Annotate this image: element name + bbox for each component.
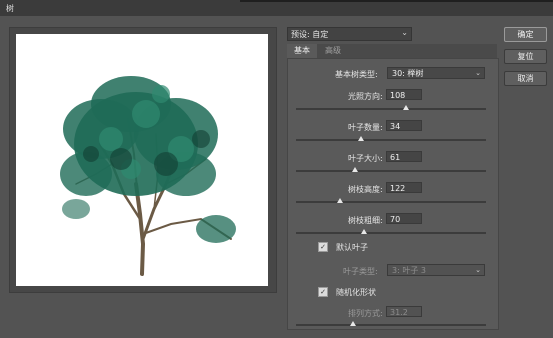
branch-height-input[interactable]: 122 [386, 182, 422, 193]
arrangement-input[interactable]: 31.2 [386, 306, 422, 317]
tab-bar: 基本 高级 [287, 44, 497, 58]
arrangement-label: 排列方式: [348, 309, 383, 318]
light-direction-slider[interactable] [296, 105, 486, 110]
tab-basic[interactable]: 基本 [287, 44, 317, 58]
leaves-amount-input[interactable]: 34 [386, 120, 422, 131]
branch-thickness-label: 树枝粗细: [348, 216, 383, 225]
leaves-size-slider-thumb[interactable] [351, 167, 358, 172]
branch-height-label: 树枝高度: [348, 185, 383, 194]
tree-preview [16, 34, 268, 286]
light-direction-slider-thumb[interactable] [403, 105, 410, 110]
leaves-type-value: 3: 叶子 3 [392, 266, 426, 275]
leaves-amount-slider[interactable] [296, 136, 486, 141]
tab-advanced[interactable]: 高级 [320, 44, 346, 58]
chevron-down-icon: ⌄ [475, 266, 481, 274]
branch-height-slider-thumb[interactable] [336, 198, 343, 203]
leaves-type-select[interactable]: 3: 叶子 3 ⌄ [387, 264, 485, 276]
light-direction-input[interactable]: 108 [386, 89, 422, 100]
arrangement-slider[interactable] [296, 321, 486, 326]
arrangement-slider-thumb[interactable] [350, 321, 356, 326]
leaves-size-label: 叶子大小: [348, 154, 383, 163]
title-bar-edge [240, 0, 553, 2]
light-direction-label: 光照方向: [348, 92, 383, 101]
ok-button[interactable]: 确定 [504, 27, 547, 42]
tree-illustration [60, 76, 236, 276]
default-leaves-label: 默认叶子 [336, 243, 368, 252]
leaves-size-slider[interactable] [296, 167, 486, 172]
leaves-type-label: 叶子类型: [343, 267, 378, 276]
default-leaves-checkbox[interactable]: ✓ [318, 242, 328, 252]
branch-thickness-input[interactable]: 70 [386, 213, 422, 224]
tree-type-select[interactable]: 30: 榉树 ⌄ [387, 67, 485, 79]
chevron-down-icon: ⌄ [401, 28, 408, 37]
tree-type-value: 30: 榉树 [392, 69, 424, 78]
leaves-size-input[interactable]: 61 [386, 151, 422, 162]
title-bar: 树 [0, 0, 553, 16]
reset-button[interactable]: 复位 [504, 49, 547, 64]
preset-select[interactable]: 预设: 自定 ⌄ [287, 27, 412, 41]
tree-type-label: 基本树类型: [335, 70, 378, 79]
branch-height-slider[interactable] [296, 198, 486, 203]
window-title: 树 [6, 4, 14, 13]
branch-thickness-slider[interactable] [296, 229, 486, 234]
cancel-button[interactable]: 取消 [504, 71, 547, 86]
chevron-down-icon: ⌄ [475, 69, 481, 77]
branch-thickness-slider-thumb[interactable] [361, 229, 368, 234]
leaves-amount-label: 叶子数量: [348, 123, 383, 132]
randomize-shape-label: 随机化形状 [336, 288, 376, 297]
leaves-amount-slider-thumb[interactable] [357, 136, 364, 141]
randomize-shape-checkbox[interactable]: ✓ [318, 287, 328, 297]
preset-label: 预设: 自定 [291, 30, 329, 39]
